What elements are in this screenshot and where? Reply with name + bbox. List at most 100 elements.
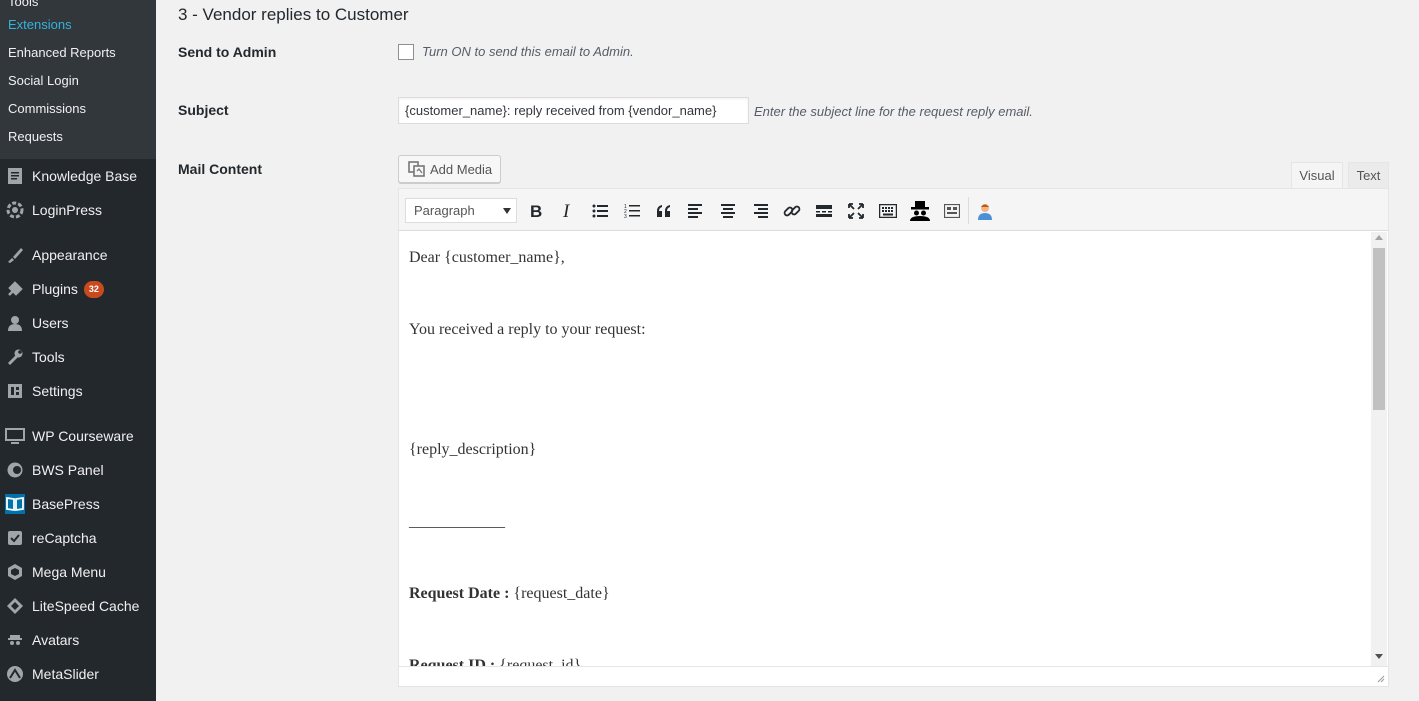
read-more-icon	[816, 205, 832, 217]
menu-label: Appearance	[32, 247, 108, 263]
content-request-id: Request ID : {request_id}	[409, 657, 581, 666]
content-reply-placeholder: {reply_description}	[409, 441, 537, 458]
menu-item-tools[interactable]: Tools	[0, 342, 156, 372]
menu-item-bws-panel[interactable]: BWS Panel	[0, 455, 156, 485]
menu-item-knowledge-base[interactable]: Knowledge Base	[0, 161, 156, 191]
editor-statusbar	[399, 666, 1388, 686]
menu-label: Settings	[32, 383, 83, 399]
submenu-item-tools[interactable]: Tools	[8, 0, 38, 10]
bullet-list-icon	[592, 204, 608, 218]
menu-item-avatars[interactable]: Avatars	[0, 625, 156, 655]
add-media-button[interactable]: Add Media	[398, 155, 501, 183]
numbered-list-button[interactable]: 123	[619, 198, 645, 224]
menu-label: Avatars	[32, 632, 80, 648]
spy-icon	[5, 630, 25, 650]
incognito-button[interactable]	[907, 198, 933, 224]
resize-handle-icon[interactable]	[1377, 675, 1385, 683]
plugins-update-badge: 32	[83, 280, 104, 298]
plugin-icon	[5, 279, 25, 299]
fullscreen-button[interactable]	[843, 198, 869, 224]
menu-item-mega-menu[interactable]: Mega Menu	[0, 557, 156, 587]
subject-label: Subject	[178, 102, 229, 118]
keyboard-shortcuts-button[interactable]	[875, 198, 901, 224]
menu-item-litespeed-cache[interactable]: LiteSpeed Cache	[0, 591, 156, 621]
editor-scrollbar[interactable]	[1371, 232, 1387, 666]
menu-item-settings[interactable]: Settings	[0, 376, 156, 406]
menu-item-loginpress[interactable]: LoginPress	[0, 195, 156, 225]
italic-button[interactable]: I	[555, 198, 581, 224]
svg-text:3: 3	[624, 214, 627, 218]
menu-label: Users	[32, 315, 69, 331]
tab-text[interactable]: Text	[1348, 162, 1389, 189]
menu-item-metaslider[interactable]: MetaSlider	[0, 659, 156, 689]
book-icon	[5, 494, 25, 514]
submenu-item-enhanced-reports[interactable]: Enhanced Reports	[8, 45, 116, 61]
user-avatar-button[interactable]	[972, 198, 998, 224]
menu-item-plugins[interactable]: Plugins 32	[0, 274, 156, 304]
user-icon	[5, 313, 25, 333]
scroll-down-arrow-icon[interactable]	[1375, 654, 1383, 659]
subject-description: Enter the subject line for the request r…	[754, 104, 1033, 119]
content-greeting: Dear {customer_name},	[409, 249, 565, 266]
menu-item-recaptcha[interactable]: reCaptcha	[0, 523, 156, 553]
mail-content-editor: Paragraph B I 123 Dear {customer_name}, …	[398, 188, 1389, 687]
submenu-item-extensions[interactable]: Extensions	[8, 17, 72, 33]
menu-label: Knowledge Base	[32, 168, 138, 184]
format-select[interactable]: Paragraph	[405, 198, 517, 223]
menu-label: MetaSlider	[32, 666, 99, 682]
settings-icon	[5, 381, 25, 401]
request-id-label: Request ID :	[409, 657, 496, 666]
mega-menu-icon	[5, 562, 25, 582]
link-icon	[783, 205, 801, 217]
submenu-item-social-login[interactable]: Social Login	[8, 73, 79, 89]
align-left-button[interactable]	[683, 198, 709, 224]
chevron-down-icon	[503, 208, 511, 214]
align-right-icon	[754, 204, 768, 218]
align-center-button[interactable]	[715, 198, 741, 224]
metaslider-icon	[5, 664, 25, 684]
paintbrush-icon	[5, 245, 25, 265]
menu-label: Tools	[32, 349, 65, 365]
user-avatar-icon	[978, 204, 992, 220]
media-icon	[408, 161, 425, 177]
send-to-admin-label: Send to Admin	[178, 44, 277, 60]
toolbar-toggle-icon	[944, 204, 960, 218]
align-right-button[interactable]	[747, 198, 773, 224]
keyboard-icon	[879, 204, 897, 218]
submenu-item-commissions[interactable]: Commissions	[8, 101, 86, 117]
menu-item-wp-courseware[interactable]: WP Courseware	[0, 421, 156, 451]
document-icon	[5, 166, 25, 186]
svg-text:B: B	[530, 203, 542, 219]
format-select-value: Paragraph	[414, 203, 475, 218]
submenu-item-requests[interactable]: Requests	[8, 129, 63, 145]
subject-input[interactable]	[398, 97, 749, 124]
menu-item-appearance[interactable]: Appearance	[0, 240, 156, 270]
menu-item-basepress[interactable]: BasePress	[0, 489, 156, 519]
bullet-list-button[interactable]	[587, 198, 613, 224]
incognito-icon	[910, 201, 930, 221]
send-to-admin-checkbox[interactable]	[398, 44, 414, 60]
content-request-date: Request Date : {request_date}	[409, 585, 610, 603]
align-center-icon	[721, 204, 735, 218]
loginpress-gear-icon	[5, 200, 25, 220]
menu-label: BasePress	[32, 496, 100, 512]
menu-item-users[interactable]: Users	[0, 308, 156, 338]
link-button[interactable]	[779, 198, 805, 224]
extensions-submenu: Tools Extensions Enhanced Reports Social…	[0, 0, 156, 159]
blockquote-icon	[657, 205, 670, 217]
scrollbar-thumb[interactable]	[1373, 248, 1385, 410]
menu-label: BWS Panel	[32, 462, 104, 478]
add-media-label: Add Media	[430, 161, 493, 177]
diamond-icon	[5, 596, 25, 616]
monitor-icon	[5, 426, 25, 446]
main-content: 3 - Vendor replies to Customer Send to A…	[156, 0, 1419, 701]
toolbar-toggle-button[interactable]	[939, 198, 965, 224]
editor-toolbar: Paragraph B I 123	[399, 189, 1388, 231]
read-more-button[interactable]	[811, 198, 837, 224]
tab-visual[interactable]: Visual	[1291, 162, 1343, 189]
bold-button[interactable]: B	[523, 198, 549, 224]
blockquote-button[interactable]	[651, 198, 677, 224]
editor-content-area[interactable]: Dear {customer_name}, You received a rep…	[399, 232, 1371, 666]
toolbar-separator	[968, 197, 969, 224]
scroll-up-arrow-icon[interactable]	[1375, 235, 1383, 240]
